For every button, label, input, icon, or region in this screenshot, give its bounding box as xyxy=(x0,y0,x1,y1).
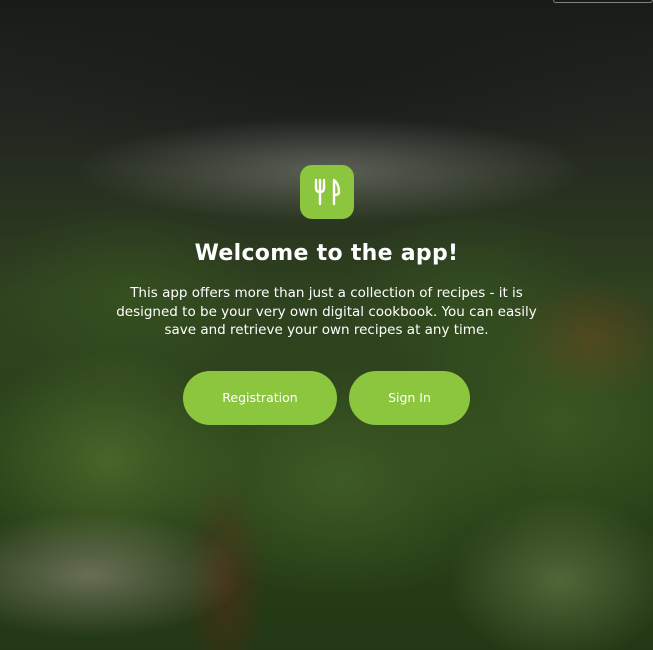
sign-in-button[interactable]: Sign In xyxy=(349,370,470,425)
app-logo xyxy=(299,165,354,219)
welcome-panel: Welcome to the app! This app offers more… xyxy=(0,165,653,425)
welcome-screen: Welcome to the app! This app offers more… xyxy=(0,0,653,650)
welcome-description: This app offers more than just a collect… xyxy=(116,285,537,338)
registration-button[interactable]: Registration xyxy=(183,370,337,425)
welcome-title: Welcome to the app! xyxy=(194,241,459,266)
corner-tab xyxy=(553,0,653,3)
action-buttons: Registration Sign In xyxy=(183,370,470,425)
fork-knife-icon xyxy=(314,178,340,206)
